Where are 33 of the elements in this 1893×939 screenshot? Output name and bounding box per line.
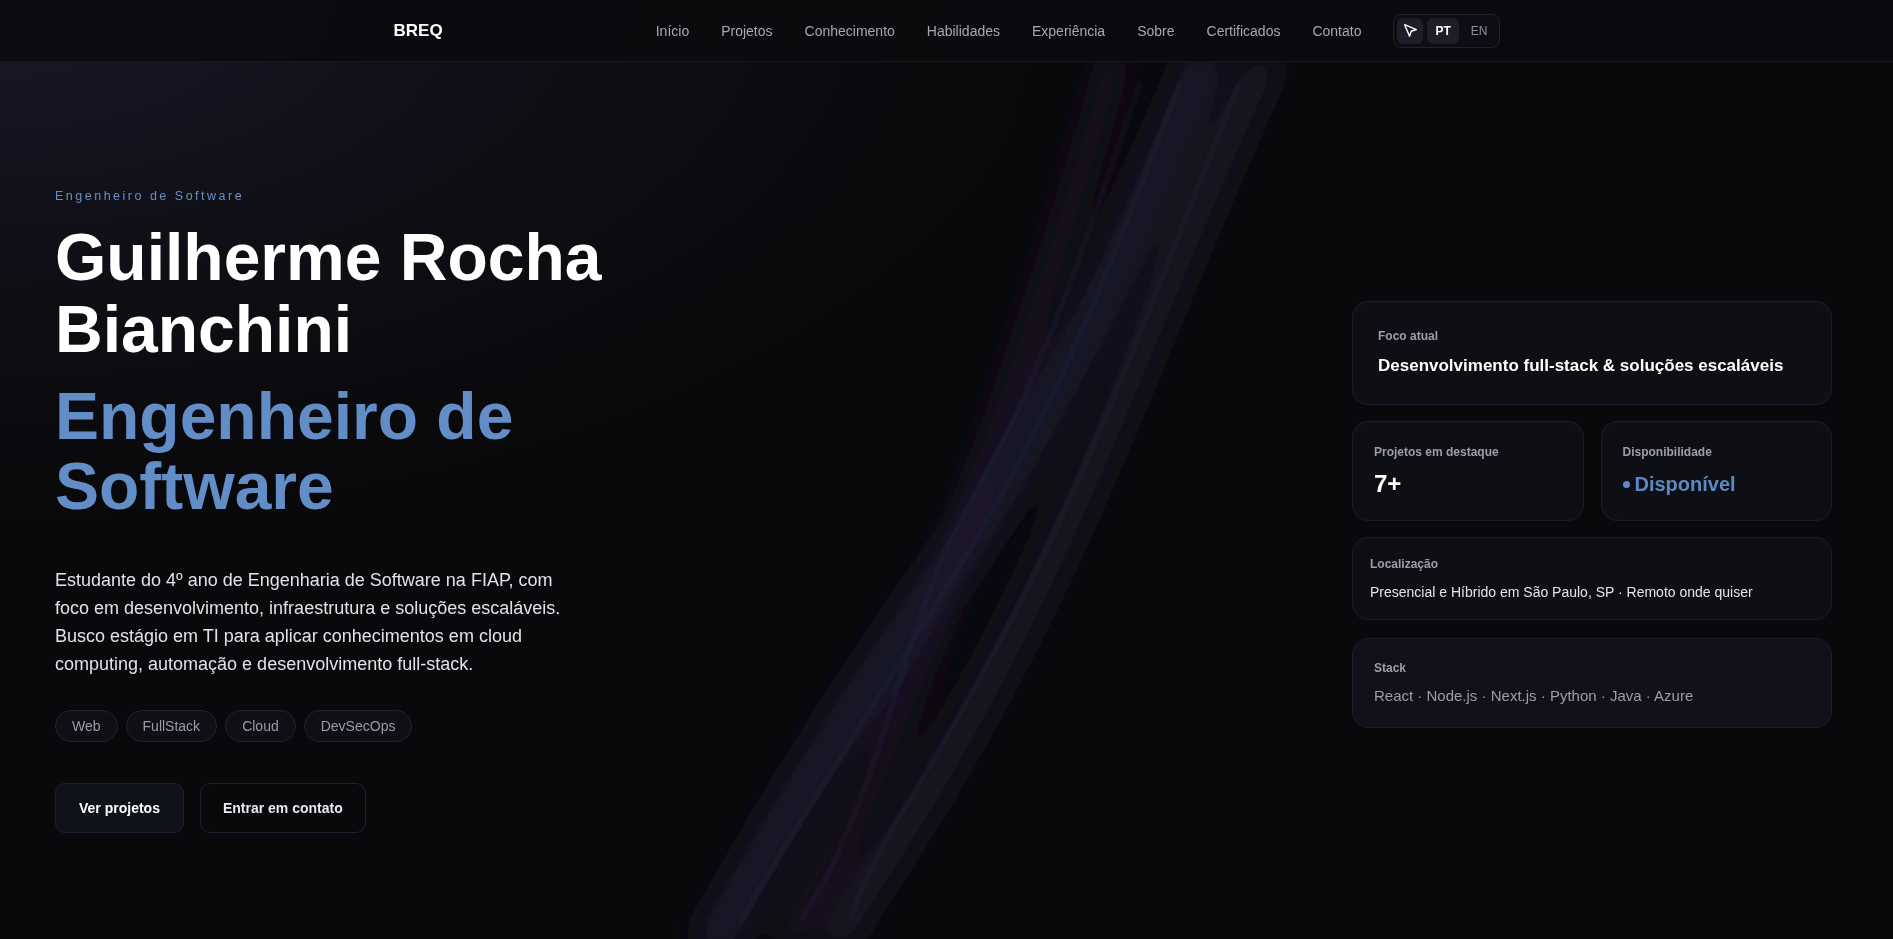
nav-link[interactable]: Conhecimento — [804, 20, 895, 41]
card-value: React · Node.js · Next.js · Python · Java · Azure — [1374, 686, 1695, 706]
nav-link[interactable]: Início — [655, 20, 690, 41]
logo-text[interactable]: BREQ — [393, 18, 443, 43]
eyebrow-text: Engenheiro de Software — [55, 188, 245, 205]
tag[interactable]: DevSecOps — [303, 710, 413, 742]
nav-link[interactable]: Experiência — [1032, 20, 1106, 41]
name-heading: Guilherme Rocha Bianchini — [55, 221, 603, 365]
card-value: Desenvolvimento full-stack & soluções escaláveis — [1378, 355, 1785, 377]
role-heading: Engenheiro de Software — [55, 381, 515, 521]
count-value: 7+ — [1374, 469, 1402, 499]
nav-link[interactable]: Sobre — [1137, 20, 1175, 41]
tag[interactable]: Web — [55, 710, 118, 742]
intro-paragraph: Estudante do 4º ano de Engenharia de Software na FIAP, com foco em desenvolvimento, infraestrutura e soluções escaláveis. Busco estágio em TI para aplicar conhecimentos em cloud computing, automação e desenvolvimento full-stack. — [55, 569, 562, 676]
primary-button[interactable]: Ver projetos — [55, 783, 184, 833]
status-text: Disponível — [1634, 472, 1736, 497]
nav-link[interactable]: Contato — [1312, 20, 1362, 41]
card-label: Disponibilidade — [1622, 444, 1713, 461]
card-label: Localização — [1370, 556, 1440, 573]
language-button[interactable]: PT — [1427, 17, 1459, 44]
card-label: Foco atual — [1378, 328, 1439, 345]
cursor-icon — [1404, 24, 1417, 37]
tag[interactable]: FullStack — [125, 710, 218, 742]
nav-link[interactable]: Certificados — [1206, 20, 1281, 41]
nav-link[interactable]: Projetos — [721, 20, 773, 41]
tag[interactable]: Cloud — [225, 710, 296, 742]
card-label: Projetos em destaque — [1374, 444, 1500, 461]
card-label: Stack — [1374, 660, 1408, 677]
secondary-button[interactable]: Entrar em contato — [199, 783, 366, 833]
cursor-toggle-button[interactable] — [1397, 17, 1424, 44]
language-button[interactable]: EN — [1462, 17, 1496, 44]
card-value: Presencial e Híbrido em São Paulo, SP · Remoto onde quiser — [1370, 583, 1754, 602]
nav-link[interactable]: Habilidades — [926, 20, 1000, 41]
